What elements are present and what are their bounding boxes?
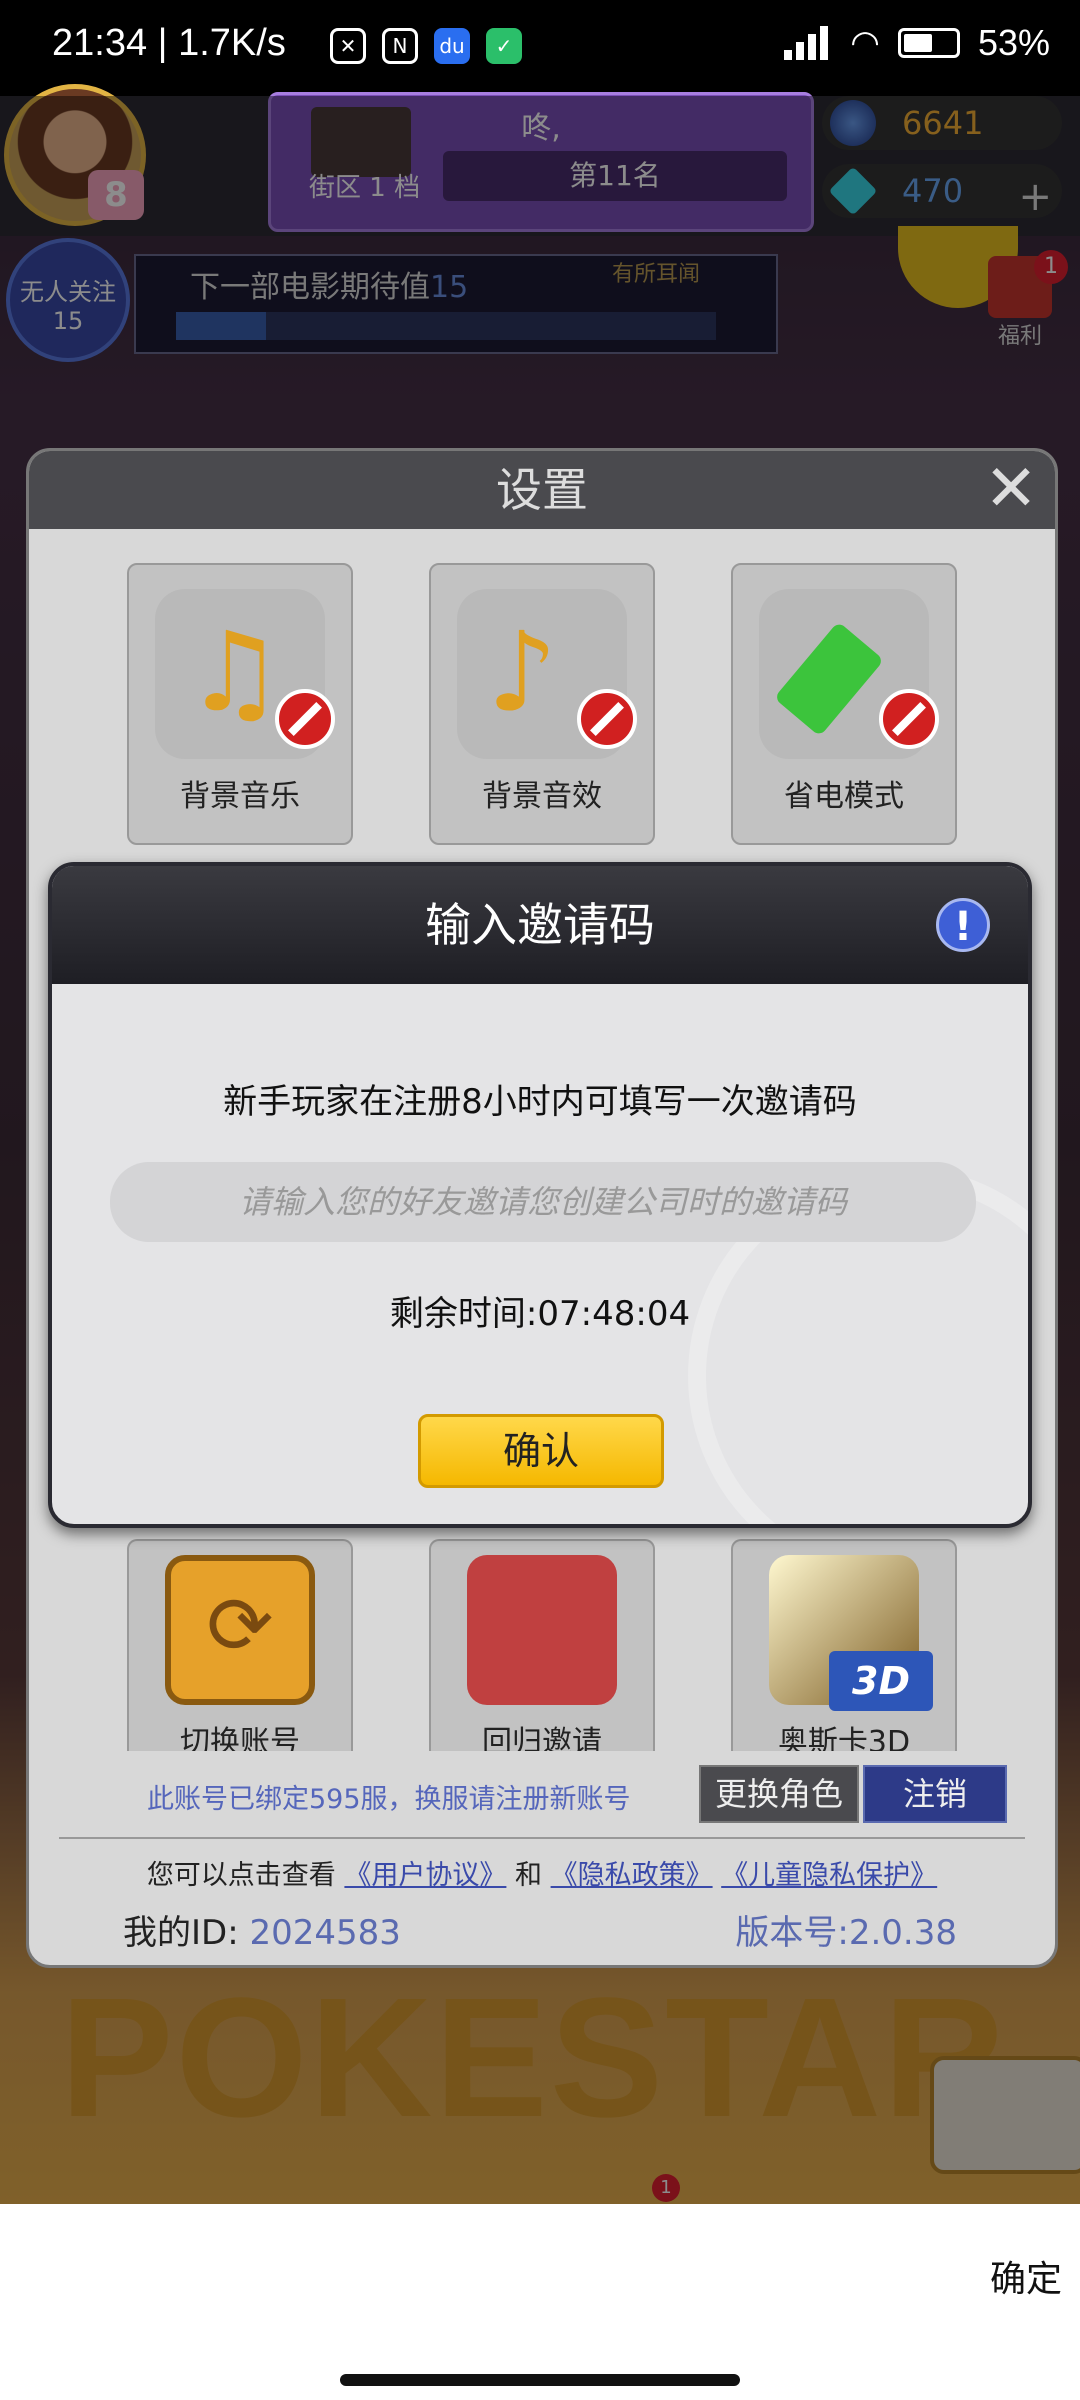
gift-calendar-icon (467, 1555, 617, 1705)
battery-percent: 53% (977, 22, 1050, 63)
disabled-icon (879, 689, 939, 749)
speaker-icon: ♪ (457, 589, 637, 759)
baidu-icon: du (434, 28, 470, 64)
invite-code-dialog: 输入邀请码 ! 新手玩家在注册8小时内可填写一次邀请码 剩余时间:07:48:0… (48, 862, 1032, 1528)
battery-save-icon (759, 589, 939, 759)
nav-gesture-bar[interactable] (340, 2374, 740, 2386)
switch-account-label: 切换账号 (180, 1725, 300, 1751)
status-right: ◠ 53% (784, 22, 1050, 64)
bgm-toggle[interactable]: ♫ 背景音乐 (127, 563, 353, 845)
user-agreement-link[interactable]: 《用户协议》 (344, 1860, 506, 1891)
invite-code-input[interactable] (110, 1162, 976, 1242)
music-note-icon: ♫ (155, 589, 335, 759)
mute-icon: ✕ (330, 28, 366, 64)
3d-badge: 3D (829, 1651, 933, 1711)
bgm-label: 背景音乐 (180, 779, 300, 814)
close-icon[interactable]: ✕ (981, 457, 1041, 521)
oscar-3d-label: 奥斯卡3D (777, 1725, 911, 1751)
sfx-label: 背景音效 (482, 779, 602, 814)
oscar-statue-icon: 3D (769, 1555, 933, 1711)
settings-title: 设置 (29, 451, 1055, 529)
sfx-toggle[interactable]: ♪ 背景音效 (429, 563, 655, 845)
ime-bar: 确定 (0, 2204, 1080, 2400)
ime-ok-button[interactable]: 确定 (990, 2250, 1062, 2302)
child-privacy-link[interactable]: 《儿童隐私保护》 (721, 1860, 937, 1891)
power-save-toggle[interactable]: 省电模式 (731, 563, 957, 845)
wifi-icon: ◠ (850, 24, 880, 62)
logout-button[interactable]: 注销 (863, 1765, 1007, 1823)
confirm-button[interactable]: 确认 (418, 1414, 664, 1488)
dialog-title: 输入邀请码 (52, 866, 1028, 984)
return-invite-button[interactable]: 回归邀请 (429, 1539, 655, 1751)
info-icon[interactable]: ! (936, 898, 990, 952)
disabled-icon (275, 689, 335, 749)
oscar-3d-button[interactable]: 3D 奥斯卡3D (731, 1539, 957, 1751)
divider (59, 1837, 1025, 1839)
nfc-icon: N (382, 28, 418, 64)
switch-account-button[interactable]: ⟳ 切换账号 (127, 1539, 353, 1751)
my-id: 我的ID: 2024583 (123, 1913, 401, 1953)
disabled-icon (577, 689, 637, 749)
signal-icon (784, 26, 832, 60)
bind-info: 此账号已绑定595服，换服请注册新账号 (147, 1784, 631, 1815)
status-icons: ✕ N du ✓ (330, 28, 522, 64)
change-role-button[interactable]: 更换角色 (699, 1765, 859, 1823)
dialog-description: 新手玩家在注册8小时内可填写一次邀请码 (223, 1082, 857, 1122)
shield-app-icon: ✓ (486, 28, 522, 64)
version-label: 版本号:2.0.38 (735, 1913, 957, 1953)
policy-links: 您可以点击查看 《用户协议》 和 《隐私政策》 《儿童隐私保护》 (146, 1860, 938, 1891)
return-invite-label: 回归邀请 (482, 1725, 602, 1751)
power-save-label: 省电模式 (784, 779, 904, 814)
privacy-policy-link[interactable]: 《隐私政策》 (551, 1860, 713, 1891)
battery-icon (897, 28, 960, 58)
status-time: 21:34 | 1.7K/s (52, 22, 286, 64)
switch-icon: ⟳ (165, 1555, 315, 1705)
status-bar: 21:34 | 1.7K/s ✕ N du ✓ ◠ 53% (0, 0, 1080, 96)
remaining-time: 剩余时间:07:48:04 (389, 1294, 691, 1334)
